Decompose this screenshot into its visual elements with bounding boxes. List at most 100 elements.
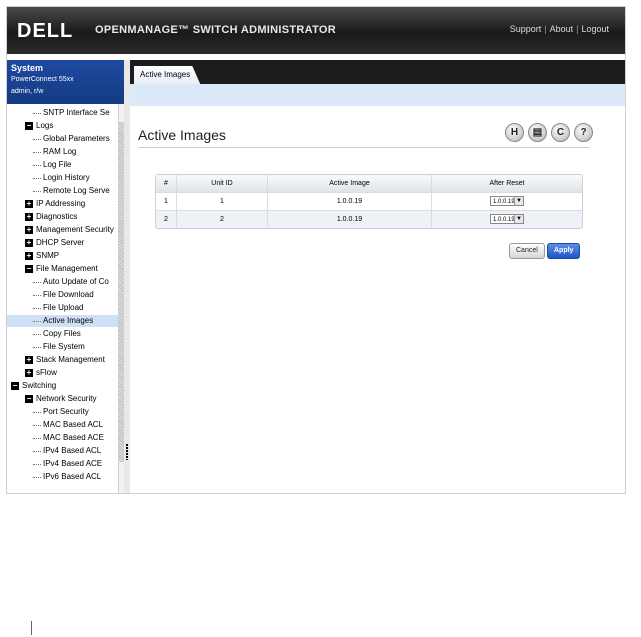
nav-item[interactable]: File Download bbox=[7, 289, 118, 301]
column-header-unit-id: Unit ID bbox=[176, 175, 267, 192]
after-reset-select[interactable]: 1.0.0.19 ▼ bbox=[490, 214, 524, 224]
unit-id-cell: 2 bbox=[176, 211, 267, 228]
row-number: 2 bbox=[164, 216, 168, 223]
expand-icon[interactable]: + bbox=[25, 252, 33, 260]
nav-item-label: Login History bbox=[43, 173, 90, 182]
apply-button[interactable]: Apply bbox=[547, 243, 581, 259]
nav-item[interactable]: + IP Addressing bbox=[7, 198, 118, 210]
after-reset-cell: 1.0.0.19 ▼ bbox=[431, 193, 582, 210]
nav-item-label: Diagnostics bbox=[36, 212, 78, 221]
nav-item[interactable]: + Stack Management bbox=[7, 354, 118, 366]
after-reset-select[interactable]: 1.0.0.19 ▼ bbox=[490, 196, 524, 206]
nav-item[interactable]: + Diagnostics bbox=[7, 211, 118, 223]
tab-active-images[interactable]: Active Images bbox=[134, 66, 201, 84]
after-reset-value: 1.0.0.19 bbox=[493, 217, 515, 223]
nav-item[interactable]: − Network Security bbox=[7, 393, 118, 405]
collapse-icon[interactable]: − bbox=[25, 122, 33, 130]
collapse-icon[interactable]: − bbox=[11, 382, 19, 390]
nav-item[interactable]: − Switching bbox=[7, 380, 118, 392]
nav-item[interactable]: Copy Files bbox=[7, 328, 118, 340]
nav-item-label: IPv4 Based ACE bbox=[43, 459, 103, 468]
expand-icon[interactable]: + bbox=[25, 200, 33, 208]
after-reset-cell: 1.0.0.19 ▼ bbox=[431, 211, 582, 228]
nav-item-label: File Management bbox=[36, 264, 98, 273]
nav-item[interactable]: + Management Security bbox=[7, 224, 118, 236]
nav-item[interactable]: Port Security bbox=[7, 406, 118, 418]
tree-connector bbox=[33, 438, 41, 439]
nav-item[interactable]: + SNMP bbox=[7, 250, 118, 262]
nav-item[interactable]: IPv6 Based ACL bbox=[7, 471, 118, 483]
chevron-down-icon[interactable]: ▼ bbox=[514, 215, 523, 223]
refresh-icon[interactable]: C bbox=[551, 123, 570, 142]
nav-item[interactable]: + DHCP Server bbox=[7, 237, 118, 249]
nav-item[interactable]: Auto Update of Co bbox=[7, 276, 118, 288]
nav-item[interactable]: MAC Based ACL bbox=[7, 419, 118, 431]
row-number: 1 bbox=[164, 198, 168, 205]
collapse-icon[interactable]: − bbox=[25, 395, 33, 403]
nav-item[interactable]: Remote Log Serve bbox=[7, 185, 118, 197]
expand-icon[interactable]: + bbox=[25, 356, 33, 364]
active-images-table: # Unit ID Active Image After Reset 1 1 1… bbox=[155, 174, 583, 229]
help-icon[interactable]: ? bbox=[574, 123, 593, 142]
nav-item-label: SNMP bbox=[36, 251, 60, 260]
expand-icon[interactable]: + bbox=[25, 369, 33, 377]
nav-item[interactable]: + sFlow bbox=[7, 367, 118, 379]
support-link[interactable]: Support bbox=[510, 24, 542, 34]
nav-item-label: Management Security bbox=[36, 225, 114, 234]
after-reset-value: 1.0.0.19 bbox=[493, 199, 515, 205]
nav-item[interactable]: IPv4 Based ACE bbox=[7, 458, 118, 470]
nav-item[interactable]: SNTP Interface Se bbox=[7, 107, 118, 119]
nav-item[interactable]: Login History bbox=[7, 172, 118, 184]
system-info-panel[interactable]: System PowerConnect 55xx admin, r/w bbox=[7, 60, 124, 104]
nav-item[interactable]: MAC Based ACE bbox=[7, 432, 118, 444]
logout-link[interactable]: Logout bbox=[581, 24, 609, 34]
collapse-icon[interactable]: − bbox=[25, 265, 33, 273]
nav-item[interactable]: Log File bbox=[7, 159, 118, 171]
nav-item-label: MAC Based ACL bbox=[43, 420, 104, 429]
nav-item[interactable]: − Logs bbox=[7, 120, 118, 132]
about-link[interactable]: About bbox=[550, 24, 574, 34]
chevron-down-icon[interactable]: ▼ bbox=[514, 197, 523, 205]
nav-item[interactable]: File System bbox=[7, 341, 118, 353]
header-bar: DELL OPENMANAGE™ SWITCH ADMINISTRATOR Su… bbox=[7, 7, 625, 54]
tree-connector bbox=[33, 178, 41, 179]
nav-item-label: Global Parameters bbox=[43, 134, 110, 143]
cancel-button[interactable]: Cancel bbox=[509, 243, 545, 259]
print-icon[interactable]: ▤ bbox=[528, 123, 547, 142]
nav-item-label: MAC Based ACE bbox=[43, 433, 104, 442]
nav-item-label: Log File bbox=[43, 160, 72, 169]
nav-item[interactable]: IPv4 Based ACL bbox=[7, 445, 118, 457]
nav-item-label: Copy Files bbox=[43, 329, 81, 338]
tree-connector bbox=[33, 191, 41, 192]
nav-item-label: Active Images bbox=[43, 316, 94, 325]
tab-strip: Active Images bbox=[130, 60, 625, 84]
tree-connector bbox=[33, 152, 41, 153]
tree-connector bbox=[33, 113, 41, 114]
nav-item[interactable]: File Upload bbox=[7, 302, 118, 314]
nav-item[interactable]: Global Parameters bbox=[7, 133, 118, 145]
divider-grip-icon[interactable] bbox=[126, 444, 128, 460]
expand-icon[interactable]: + bbox=[25, 213, 33, 221]
tree-connector bbox=[33, 334, 41, 335]
expand-icon[interactable]: + bbox=[25, 226, 33, 234]
active-image-cell: 1.0.0.19 bbox=[267, 193, 431, 210]
expand-icon[interactable]: + bbox=[25, 239, 33, 247]
tree-connector bbox=[33, 412, 41, 413]
tree-connector bbox=[33, 321, 41, 322]
nav-item-label: DHCP Server bbox=[36, 238, 85, 247]
active-image-cell: 1.0.0.19 bbox=[267, 211, 431, 228]
tree-connector bbox=[33, 464, 41, 465]
product-title: OPENMANAGE™ SWITCH ADMINISTRATOR bbox=[95, 24, 337, 36]
page-title: Active Images bbox=[138, 127, 226, 143]
system-model: PowerConnect 55xx bbox=[11, 76, 74, 83]
nav-item[interactable]: Active Images bbox=[7, 315, 118, 327]
tree-connector bbox=[33, 451, 41, 452]
nav-item[interactable]: − File Management bbox=[7, 263, 118, 275]
nav-item[interactable]: RAM Log bbox=[7, 146, 118, 158]
tree-connector bbox=[33, 425, 41, 426]
nav-item-label: IPv4 Based ACL bbox=[43, 446, 102, 455]
save-icon[interactable]: H bbox=[505, 123, 524, 142]
tree-connector bbox=[33, 347, 41, 348]
sub-toolbar bbox=[130, 84, 625, 106]
column-header-active-image: Active Image bbox=[267, 175, 431, 192]
